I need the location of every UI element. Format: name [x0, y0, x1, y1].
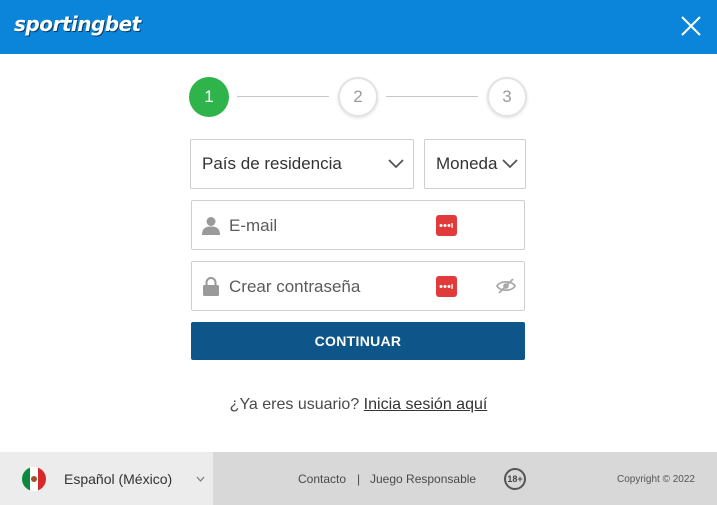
currency-select[interactable]: Moneda — [424, 139, 526, 189]
language-label: Español (México) — [64, 471, 173, 487]
close-button[interactable] — [679, 14, 703, 38]
currency-select-value: Moneda — [436, 154, 498, 173]
stepper-line-2 — [386, 96, 478, 97]
close-icon — [681, 16, 701, 36]
email-field[interactable]: E-mail — [191, 200, 525, 250]
password-placeholder: Crear contraseña — [229, 277, 361, 296]
continue-button[interactable]: CONTINUAR — [191, 322, 525, 360]
footer: Español (México) Contacto | Juego Respon… — [0, 452, 717, 505]
eye-slash-icon[interactable] — [496, 277, 516, 295]
step-1: 1 — [189, 77, 229, 117]
copyright-text: Copyright © 2022 — [617, 474, 695, 485]
login-prompt-text: ¿Ya eres usuario? — [229, 396, 360, 413]
mexico-flag-icon — [22, 467, 46, 491]
registration-stepper: 1 2 3 — [189, 77, 527, 117]
step-2: 2 — [338, 77, 378, 117]
responsible-gaming-link[interactable]: Juego Responsable — [370, 472, 476, 486]
password-manager-icon[interactable] — [436, 215, 457, 236]
country-select[interactable]: País de residencia — [190, 139, 414, 189]
header-bar: sportingbet — [0, 0, 717, 54]
age-18-badge: 18+ — [504, 468, 526, 490]
chevron-down-icon — [502, 159, 518, 169]
country-select-value: País de residencia — [202, 154, 342, 173]
contact-link[interactable]: Contacto — [298, 472, 346, 486]
email-placeholder: E-mail — [229, 216, 278, 235]
user-icon — [202, 217, 220, 235]
chevron-down-icon — [388, 159, 404, 169]
dots-icon — [439, 284, 453, 289]
dots-icon — [439, 223, 453, 228]
password-manager-icon[interactable] — [436, 276, 457, 297]
login-link[interactable]: Inicia sesión aquí — [364, 396, 488, 413]
login-prompt: ¿Ya eres usuario? Inicia sesión aquí — [0, 396, 717, 414]
language-selector[interactable]: Español (México) — [0, 452, 213, 505]
chevron-down-icon — [196, 476, 205, 482]
password-field[interactable]: Crear contraseña — [191, 261, 525, 311]
sportingbet-logo: sportingbet — [14, 12, 141, 36]
footer-separator: | — [357, 472, 361, 486]
lock-icon — [203, 277, 219, 296]
step-3: 3 — [487, 77, 527, 117]
stepper-line-1 — [237, 96, 329, 97]
